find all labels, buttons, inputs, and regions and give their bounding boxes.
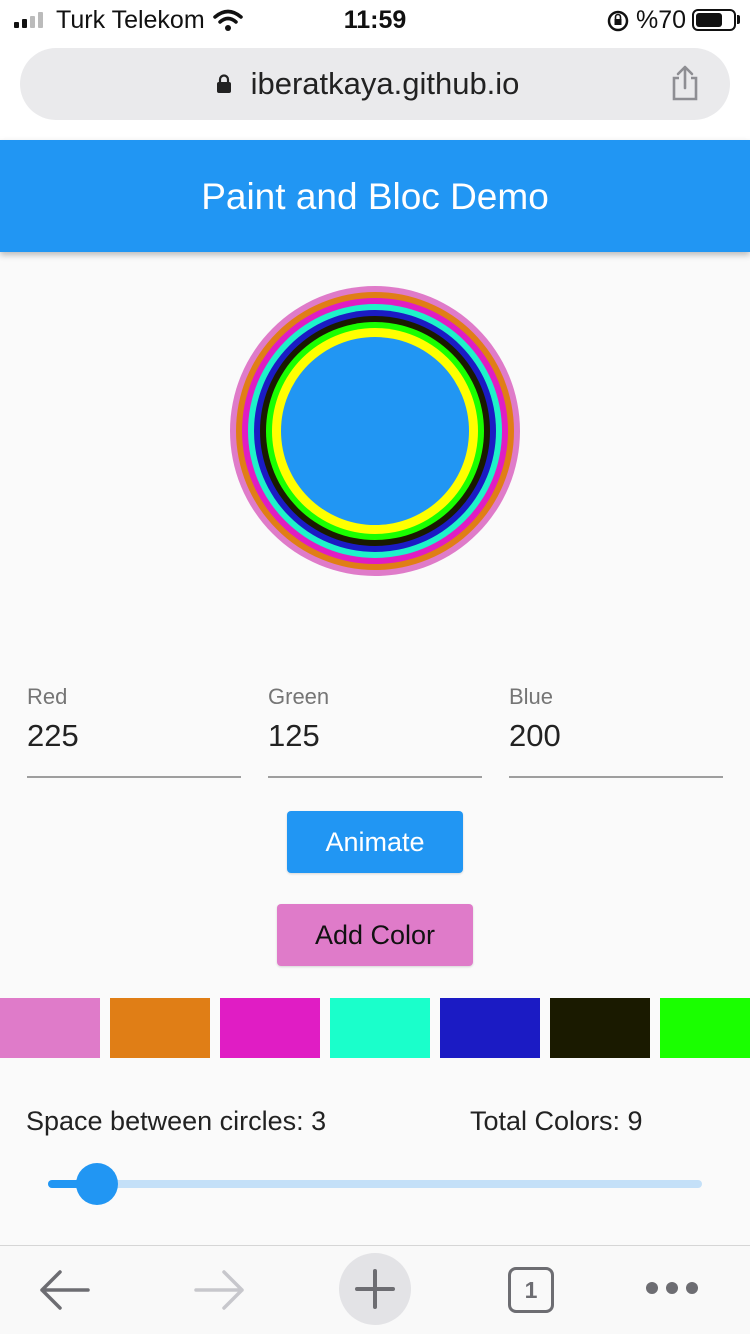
browser-address-area: iberatkaya.github.io <box>0 42 750 140</box>
back-arrow-icon[interactable] <box>36 1268 92 1312</box>
concentric-circles <box>230 286 520 576</box>
browser-toolbar: 1 <box>0 1245 750 1334</box>
battery-icon <box>692 9 736 31</box>
battery-percent: %70 <box>636 6 687 34</box>
color-swatch[interactable] <box>550 998 650 1058</box>
green-label: Green <box>268 684 330 709</box>
blue-label: Blue <box>509 684 554 709</box>
add-color-button[interactable]: Add Color <box>277 904 473 966</box>
battery-cap <box>737 15 740 24</box>
red-field[interactable]: Red 225 <box>27 684 241 778</box>
color-swatch[interactable] <box>0 998 100 1058</box>
blue-input[interactable]: 200 <box>509 718 561 754</box>
space-slider-thumb[interactable] <box>76 1163 119 1205</box>
red-label: Red <box>27 684 68 709</box>
color-swatch[interactable] <box>220 998 320 1058</box>
blue-field[interactable]: Blue 200 <box>509 684 723 778</box>
green-field[interactable]: Green 125 <box>268 684 482 778</box>
red-input[interactable]: 225 <box>27 718 79 754</box>
app-bar: Paint and Bloc Demo <box>0 140 750 252</box>
new-tab-plus-icon[interactable] <box>339 1253 411 1325</box>
green-input[interactable]: 125 <box>268 718 320 754</box>
space-slider-track[interactable] <box>48 1180 702 1188</box>
color-swatch-list[interactable] <box>0 998 750 1058</box>
forward-arrow-icon[interactable] <box>192 1268 248 1312</box>
tabs-count-icon[interactable]: 1 <box>508 1267 554 1313</box>
color-swatch[interactable] <box>330 998 430 1058</box>
url-text[interactable]: iberatkaya.github.io <box>20 66 730 102</box>
color-swatch[interactable] <box>110 998 210 1058</box>
animate-button[interactable]: Animate <box>287 811 463 873</box>
space-between-label: Space between circles: 3 <box>26 1106 327 1136</box>
color-swatch[interactable] <box>440 998 540 1058</box>
share-icon[interactable] <box>670 64 700 102</box>
status-bar: Turk Telekom 11:59 %70 <box>0 0 750 42</box>
total-colors-label: Total Colors: 9 <box>470 1106 643 1136</box>
rotation-lock-icon <box>607 10 629 32</box>
address-bar[interactable]: iberatkaya.github.io <box>20 48 730 120</box>
more-dots-icon[interactable] <box>644 1280 700 1296</box>
color-swatch[interactable] <box>660 998 750 1058</box>
circle-center <box>281 337 469 525</box>
app-title: Paint and Bloc Demo <box>201 176 549 217</box>
